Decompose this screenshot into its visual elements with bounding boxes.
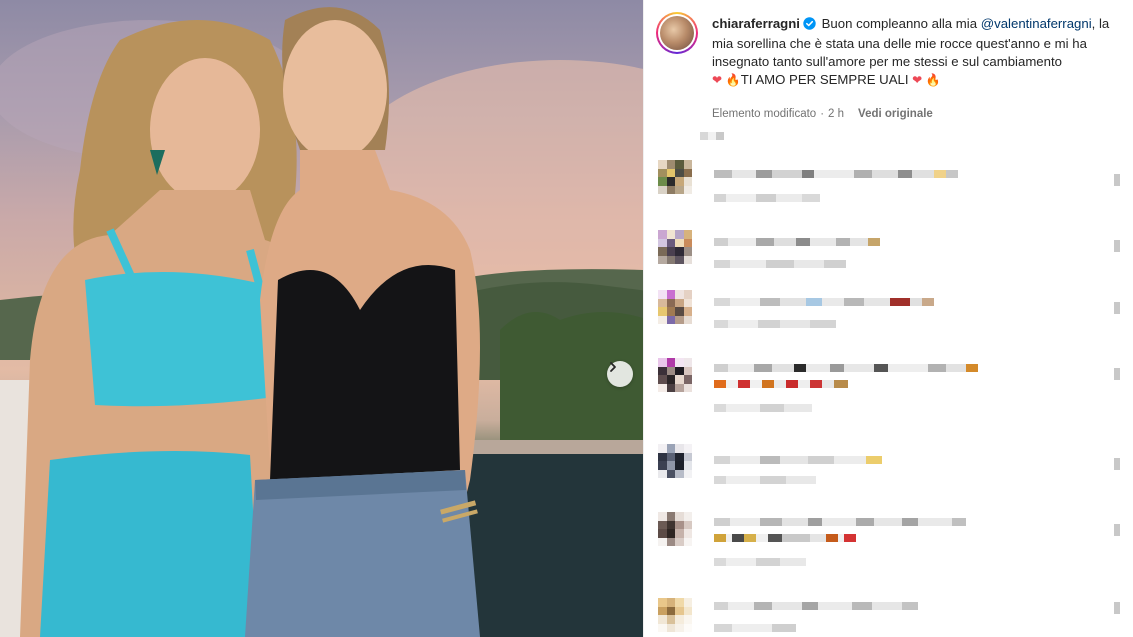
edited-label: Elemento modificato bbox=[712, 108, 817, 120]
pixelated-comment-text bbox=[714, 602, 918, 610]
pixelated-comment-text bbox=[714, 456, 882, 464]
pixelated-comment-text bbox=[714, 170, 958, 178]
post-meta: Elemento modificato · 2 h Vedi originale bbox=[712, 108, 933, 120]
photo-illustration bbox=[0, 7, 643, 637]
pixelated-emoji-row bbox=[714, 534, 856, 542]
caption-end: TI AMO PER SEMPRE UALI bbox=[740, 72, 909, 87]
verified-badge-icon bbox=[803, 17, 816, 35]
pixelated-comment-text bbox=[714, 298, 934, 306]
fire-emoji: 🔥 bbox=[725, 73, 741, 87]
pixelated-fragment bbox=[700, 132, 724, 140]
heart-emoji: ❤ bbox=[712, 73, 723, 87]
comments-panel: chiaraferragni Buon compleanno alla mia … bbox=[643, 0, 1133, 637]
meta-separator: · bbox=[820, 108, 825, 120]
pixelated-emoji-row bbox=[714, 380, 848, 388]
comment-item bbox=[658, 160, 1128, 220]
see-original-link[interactable]: Vedi originale bbox=[858, 108, 933, 120]
like-comment-icon[interactable] bbox=[1114, 302, 1120, 314]
pixelated-comment-meta bbox=[714, 404, 812, 412]
heart-emoji-2: ❤ bbox=[912, 73, 923, 87]
avatar-image bbox=[660, 16, 694, 50]
comment-item bbox=[658, 290, 1128, 350]
comment-item bbox=[658, 444, 1128, 504]
post-photo bbox=[0, 0, 643, 637]
pixelated-comment-meta bbox=[714, 260, 846, 268]
pixelated-comment-text bbox=[714, 238, 880, 246]
pixelated-comment-meta bbox=[714, 320, 836, 328]
commenter-avatar[interactable] bbox=[658, 512, 692, 546]
comment-item bbox=[658, 230, 1128, 290]
mention-link[interactable]: @valentinaferragni bbox=[981, 16, 1092, 31]
like-comment-icon[interactable] bbox=[1114, 368, 1120, 380]
commenter-avatar[interactable] bbox=[658, 444, 692, 478]
like-comment-icon[interactable] bbox=[1114, 174, 1120, 186]
like-comment-icon[interactable] bbox=[1114, 240, 1120, 252]
fire-emoji-2: 🔥 bbox=[925, 73, 941, 87]
author-avatar[interactable] bbox=[656, 12, 698, 54]
like-comment-icon[interactable] bbox=[1114, 524, 1120, 536]
pixelated-comment-meta bbox=[714, 194, 820, 202]
pixelated-comment-meta bbox=[714, 558, 806, 566]
post-time[interactable]: 2 h bbox=[828, 108, 844, 120]
pixelated-comment-text-2 bbox=[714, 624, 796, 632]
commenter-avatar[interactable] bbox=[658, 358, 692, 392]
author-username[interactable]: chiaraferragni bbox=[712, 16, 800, 31]
comment-item bbox=[658, 512, 1128, 572]
chevron-right-icon bbox=[610, 362, 616, 372]
like-comment-icon[interactable] bbox=[1114, 458, 1120, 470]
commenter-avatar[interactable] bbox=[658, 230, 692, 264]
commenter-avatar[interactable] bbox=[658, 290, 692, 324]
commenter-avatar[interactable] bbox=[658, 598, 692, 632]
comment-item bbox=[658, 358, 1128, 418]
pixelated-comment-text bbox=[714, 364, 978, 372]
caption-start: Buon compleanno alla mia bbox=[821, 16, 978, 31]
comment-item bbox=[658, 598, 1128, 637]
next-photo-button[interactable] bbox=[607, 361, 633, 387]
like-comment-icon[interactable] bbox=[1114, 602, 1120, 614]
pixelated-comment-text bbox=[714, 518, 966, 526]
commenter-avatar[interactable] bbox=[658, 160, 692, 194]
caption-text: chiaraferragni Buon compleanno alla mia … bbox=[712, 15, 1112, 89]
pixelated-comment-meta bbox=[714, 476, 816, 484]
